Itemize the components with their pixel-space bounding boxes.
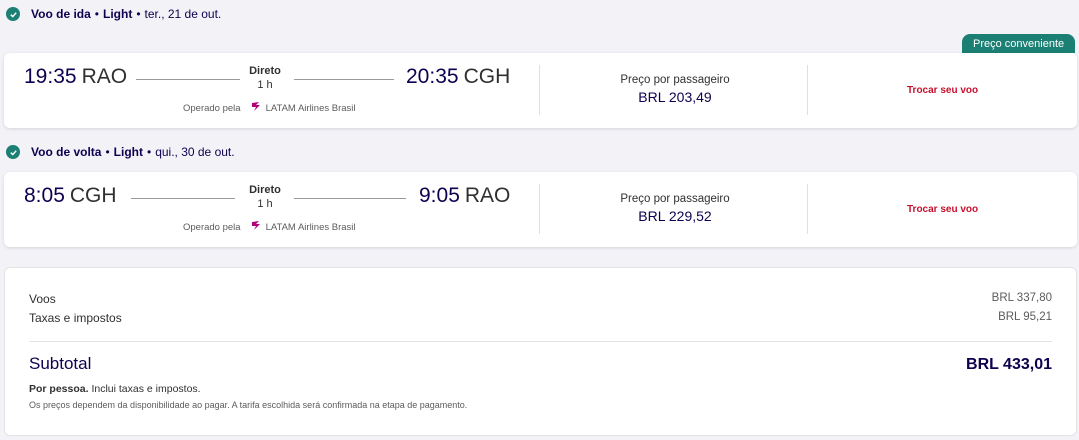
subtotal-label: Subtotal bbox=[29, 354, 92, 373]
airline-name: LATAM Airlines Brasil bbox=[265, 221, 356, 233]
inbound-header: Voo de volta • Light • qui., 30 de out. bbox=[6, 143, 235, 161]
airline-name: LATAM Airlines Brasil bbox=[265, 102, 356, 114]
inbound-price: Preço por passageiro BRL 229,52 bbox=[595, 193, 755, 224]
operated-label: Operado pela bbox=[183, 221, 241, 233]
route-line-left bbox=[131, 198, 235, 199]
arrival-code: CGH bbox=[463, 65, 511, 88]
outbound-title: Voo de ida bbox=[31, 7, 91, 21]
operated-by: Operado pela LATAM Airlines Brasil bbox=[183, 220, 356, 234]
taxes-label: Taxas e impostos bbox=[29, 311, 122, 325]
outbound-header: Voo de ida • Light • ter., 21 de out. bbox=[6, 5, 221, 23]
summary-divider bbox=[29, 341, 1052, 342]
stops-label: Direto bbox=[249, 65, 281, 77]
flights-amount: BRL 337,80 bbox=[991, 292, 1052, 304]
subtotal-amount: BRL 433,01 bbox=[966, 356, 1052, 373]
divider bbox=[539, 184, 540, 234]
flight-stops: Direto 1 h bbox=[235, 184, 295, 210]
per-person-bold: Por pessoa. bbox=[29, 383, 89, 395]
change-inbound-flight-link[interactable]: Trocar seu voo bbox=[907, 204, 978, 215]
change-outbound-flight-link[interactable]: Trocar seu voo bbox=[907, 85, 978, 96]
divider bbox=[807, 184, 808, 234]
departure-code: CGH bbox=[69, 184, 117, 207]
inbound-arrival: 9:05 RAO bbox=[419, 184, 510, 208]
operated-label: Operado pela bbox=[183, 102, 241, 114]
outbound-fare: Light bbox=[103, 7, 133, 21]
check-circle-icon bbox=[6, 7, 20, 21]
arrival-code: RAO bbox=[464, 184, 511, 207]
duration-label: 1 h bbox=[257, 79, 273, 91]
latam-logo-icon bbox=[251, 220, 262, 234]
outbound-arrival: 20:35 CGH bbox=[406, 65, 510, 89]
departure-time: 8:05 bbox=[24, 184, 65, 207]
flight-stops: Direto 1 h bbox=[235, 65, 295, 91]
inbound-title: Voo de volta bbox=[31, 145, 102, 159]
divider bbox=[539, 65, 540, 115]
inbound-date: qui., 30 de out. bbox=[155, 145, 235, 159]
price-value: BRL 203,49 bbox=[638, 89, 712, 105]
taxes-amount: BRL 95,21 bbox=[998, 311, 1052, 323]
outbound-price: Preço por passageiro BRL 203,49 bbox=[595, 74, 755, 105]
price-label: Preço por passageiro bbox=[620, 74, 730, 86]
inbound-departure: 8:05 CGH bbox=[24, 184, 117, 208]
route-line-right bbox=[294, 198, 406, 199]
stops-label: Direto bbox=[249, 184, 281, 196]
check-circle-icon bbox=[6, 145, 20, 159]
price-value: BRL 229,52 bbox=[638, 208, 712, 224]
per-person-note: Por pessoa. Inclui taxas e impostos. bbox=[29, 383, 201, 395]
departure-time: 19:35 bbox=[24, 65, 77, 88]
outbound-flight-card[interactable]: 19:35 RAO Direto 1 h 20:35 CGH Operado p… bbox=[4, 53, 1077, 128]
per-person-text: Inclui taxas e impostos. bbox=[91, 383, 201, 395]
divider bbox=[807, 65, 808, 115]
route-line-left bbox=[136, 79, 240, 80]
latam-logo-icon bbox=[251, 101, 262, 115]
flights-label: Voos bbox=[29, 292, 56, 306]
operated-by: Operado pela LATAM Airlines Brasil bbox=[183, 101, 356, 115]
inbound-flight-card[interactable]: 8:05 CGH Direto 1 h 9:05 RAO Operado pel… bbox=[4, 172, 1077, 247]
duration-label: 1 h bbox=[257, 198, 273, 210]
price-label: Preço por passageiro bbox=[620, 193, 730, 205]
outbound-date: ter., 21 de out. bbox=[144, 7, 222, 21]
convenient-price-badge: Preço conveniente bbox=[962, 34, 1076, 53]
arrival-time: 20:35 bbox=[406, 65, 459, 88]
flights-row: Voos BRL 337,80 bbox=[29, 292, 1052, 306]
arrival-time: 9:05 bbox=[419, 184, 460, 207]
price-summary: Voos BRL 337,80 Taxas e impostos BRL 95,… bbox=[4, 267, 1077, 436]
disclaimer: Os preços dependem da disponibilidade ao… bbox=[29, 400, 468, 410]
taxes-row: Taxas e impostos BRL 95,21 bbox=[29, 311, 1052, 325]
departure-code: RAO bbox=[81, 65, 128, 88]
route-line-right bbox=[294, 79, 394, 80]
inbound-fare: Light bbox=[113, 145, 143, 159]
outbound-departure: 19:35 RAO bbox=[24, 65, 127, 89]
